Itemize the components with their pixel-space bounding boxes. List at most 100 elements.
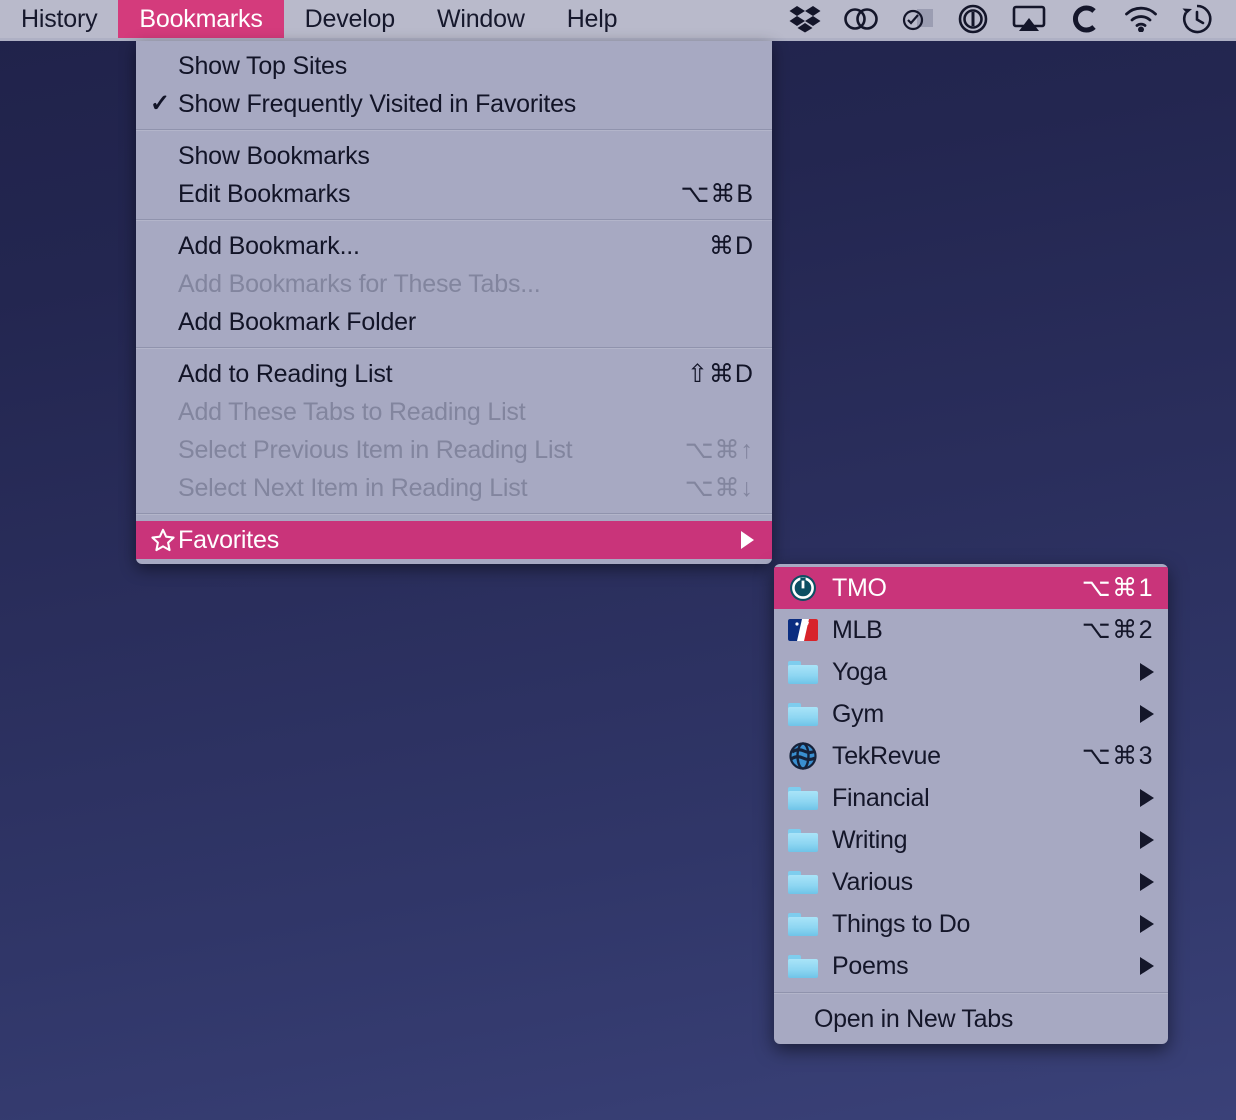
submenu-item-gym[interactable]: Gym (774, 693, 1168, 735)
menu-bar-spacer (638, 0, 788, 38)
menu-item-shortcut: ⌘D (708, 232, 754, 260)
menu-item-label: Favorites (178, 525, 280, 554)
submenu-item-open-in-new-tabs[interactable]: Open in New Tabs (774, 998, 1168, 1040)
menu-item-label: Edit Bookmarks (178, 179, 351, 208)
mlb-logo-icon (786, 616, 820, 644)
submenu-item-things-to-do[interactable]: Things to Do (774, 903, 1168, 945)
menu-item-favorites[interactable]: Favorites (136, 521, 772, 559)
submenu-item-mlb[interactable]: MLB ⌥⌘2 (774, 609, 1168, 651)
chevron-right-icon (1140, 831, 1154, 849)
submenu-item-label: Financial (832, 783, 930, 812)
submenu-item-yoga[interactable]: Yoga (774, 651, 1168, 693)
menu-item-shortcut: ⌥⌘↓ (684, 474, 754, 502)
menu-item-show-top-sites[interactable]: Show Top Sites (136, 47, 772, 85)
folder-icon (786, 658, 820, 686)
menu-bar-item-label: Window (436, 4, 525, 33)
menu-item-label: Add Bookmark Folder (178, 307, 416, 336)
menu-item-select-previous-item-in-reading-list: Select Previous Item in Reading List ⌥⌘↑ (136, 431, 772, 469)
submenu-item-label: Yoga (832, 657, 887, 686)
chevron-right-icon (1140, 915, 1154, 933)
menu-item-show-frequently-visited[interactable]: ✓ Show Frequently Visited in Favorites (136, 85, 772, 123)
menu-bar-item-window[interactable]: Window (416, 0, 546, 38)
menu-separator (136, 513, 772, 515)
menu-item-label: Show Frequently Visited in Favorites (178, 89, 577, 118)
menu-item-shortcut: ⇧⌘D (686, 360, 754, 388)
menu-item-label: Select Previous Item in Reading List (178, 435, 573, 464)
menu-separator (136, 347, 772, 349)
menu-item-edit-bookmarks[interactable]: Edit Bookmarks ⌥⌘B (136, 175, 772, 213)
folder-icon (786, 700, 820, 728)
chevron-right-icon (1140, 789, 1154, 807)
submenu-item-label: Things to Do (832, 909, 971, 938)
folder-icon (786, 784, 820, 812)
favorites-submenu: TMO ⌥⌘1 MLB ⌥⌘2 Yoga Gym TekRevue ⌥⌘3 Fi… (774, 564, 1168, 1044)
submenu-separator (774, 992, 1168, 994)
menu-item-label: Add Bookmark... (178, 231, 360, 260)
menu-item-shortcut: ⌥⌘↑ (684, 436, 754, 464)
submenu-item-various[interactable]: Various (774, 861, 1168, 903)
menu-separator (136, 219, 772, 221)
menu-item-label: Select Next Item in Reading List (178, 473, 528, 502)
submenu-item-label: Poems (832, 951, 909, 980)
menu-separator (136, 129, 772, 131)
menu-bar-item-develop[interactable]: Develop (284, 0, 416, 38)
submenu-item-tekrevue[interactable]: TekRevue ⌥⌘3 (774, 735, 1168, 777)
submenu-item-shortcut: ⌥⌘3 (1081, 742, 1154, 770)
chevron-right-icon (1140, 663, 1154, 681)
submenu-item-label: Gym (832, 699, 884, 728)
folder-icon (786, 868, 820, 896)
submenu-item-label: TekRevue (832, 741, 941, 770)
menu-bar-item-help[interactable]: Help (546, 0, 639, 38)
checkmark-icon: ✓ (150, 90, 170, 117)
bartender-icon[interactable] (900, 4, 934, 34)
submenu-item-shortcut: ⌥⌘1 (1081, 574, 1154, 602)
chevron-right-icon (1140, 873, 1154, 891)
menu-bar-item-label: Help (566, 4, 618, 33)
onepassword-icon[interactable] (956, 4, 990, 34)
menu-bar-status-icons (788, 0, 1236, 38)
menu-item-label: Show Top Sites (178, 51, 348, 80)
wifi-icon[interactable] (1124, 4, 1158, 34)
submenu-item-poems[interactable]: Poems (774, 945, 1168, 987)
menu-item-label: Add These Tabs to Reading List (178, 397, 526, 426)
menu-bar-item-label: Develop (304, 4, 396, 33)
folder-icon (786, 952, 820, 980)
menu-item-label: Add to Reading List (178, 359, 393, 388)
submenu-item-tmo[interactable]: TMO ⌥⌘1 (774, 567, 1168, 609)
submenu-item-financial[interactable]: Financial (774, 777, 1168, 819)
folder-icon (786, 910, 820, 938)
submenu-item-label: Writing (832, 825, 908, 854)
time-machine-icon[interactable] (1180, 4, 1214, 34)
submenu-item-writing[interactable]: Writing (774, 819, 1168, 861)
chevron-right-icon (1140, 705, 1154, 723)
menu-bar-item-label: History (21, 4, 98, 33)
menu-item-label: Add Bookmarks for These Tabs... (178, 269, 541, 298)
creative-cloud-icon[interactable] (844, 4, 878, 34)
tekrevue-globe-icon (786, 742, 820, 770)
submenu-item-label: TMO (832, 573, 887, 602)
cleanmymac-icon[interactable] (1068, 4, 1102, 34)
submenu-item-label: MLB (832, 615, 883, 644)
chevron-right-icon (1140, 957, 1154, 975)
menu-bar-item-label: Bookmarks (139, 4, 263, 33)
submenu-item-label: Various (832, 867, 913, 896)
menu-item-add-bookmark[interactable]: Add Bookmark... ⌘D (136, 227, 772, 265)
menu-item-add-to-reading-list[interactable]: Add to Reading List ⇧⌘D (136, 355, 772, 393)
menu-item-label: Show Bookmarks (178, 141, 370, 170)
menu-bar-items: History Bookmarks Develop Window Help (0, 0, 638, 38)
menu-item-add-bookmark-folder[interactable]: Add Bookmark Folder (136, 303, 772, 341)
menu-item-select-next-item-in-reading-list: Select Next Item in Reading List ⌥⌘↓ (136, 469, 772, 507)
chevron-right-icon (741, 531, 754, 549)
submenu-item-shortcut: ⌥⌘2 (1081, 616, 1154, 644)
airplay-icon[interactable] (1012, 4, 1046, 34)
menu-item-shortcut: ⌥⌘B (680, 180, 754, 208)
tmo-power-icon (786, 574, 820, 602)
menu-bar-item-history[interactable]: History (0, 0, 118, 38)
submenu-item-label: Open in New Tabs (814, 1004, 1014, 1033)
menu-item-show-bookmarks[interactable]: Show Bookmarks (136, 137, 772, 175)
dropbox-icon[interactable] (788, 4, 822, 34)
menu-bar-item-bookmarks[interactable]: Bookmarks (118, 0, 284, 38)
menu-item-add-these-tabs-to-reading-list: Add These Tabs to Reading List (136, 393, 772, 431)
bookmarks-dropdown-menu: Show Top Sites ✓ Show Frequently Visited… (136, 41, 772, 564)
menu-bar: History Bookmarks Develop Window Help (0, 0, 1236, 41)
